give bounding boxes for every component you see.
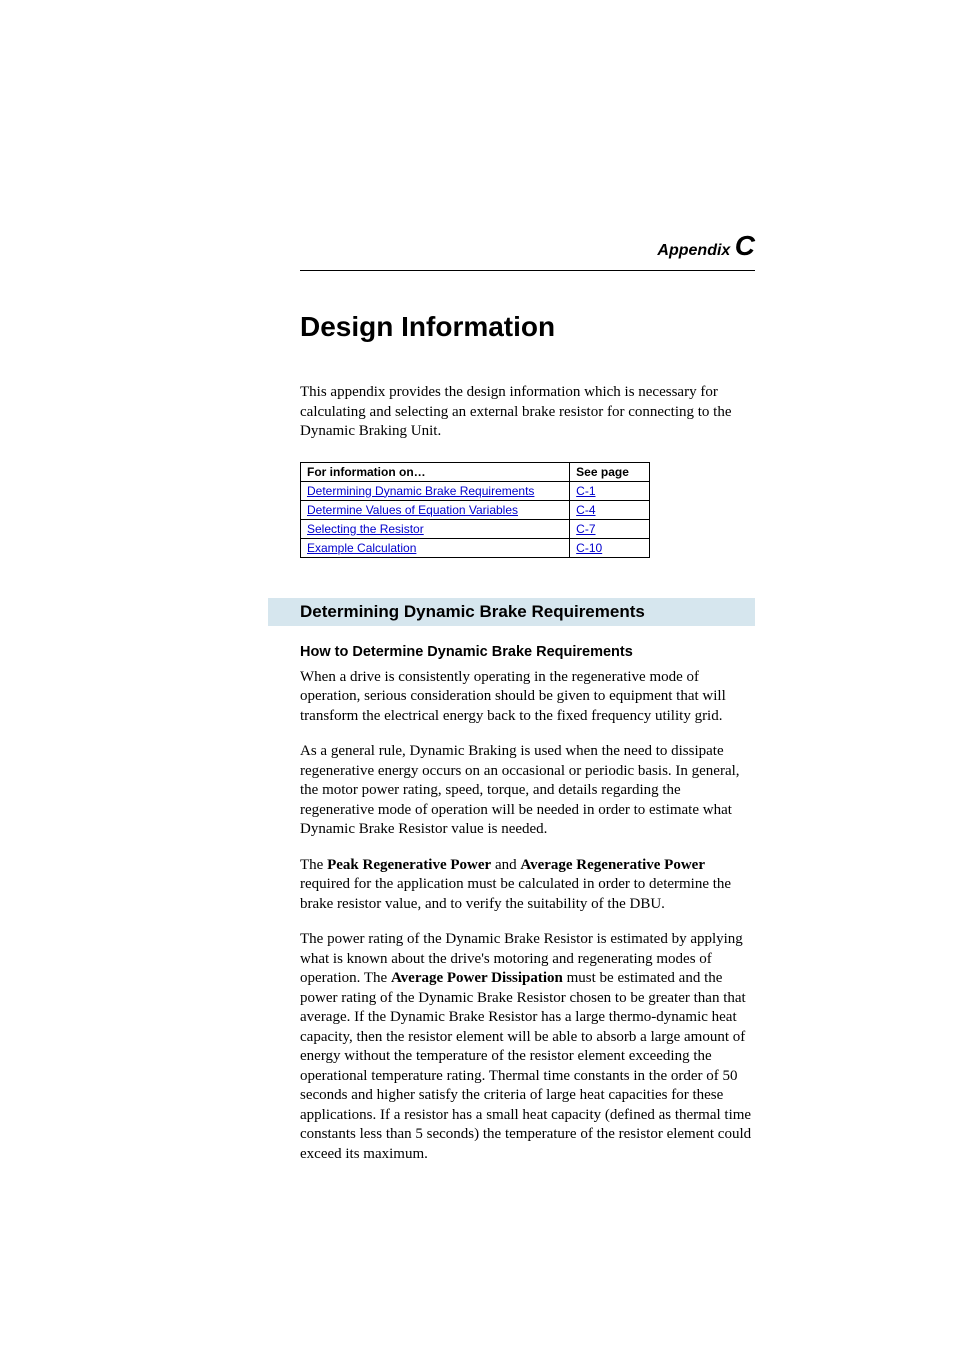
bold-text: Average Power Dissipation bbox=[391, 970, 563, 986]
body-paragraph: The power rating of the Dynamic Brake Re… bbox=[300, 930, 755, 1164]
toc-page-cell: C-7 bbox=[570, 519, 650, 538]
toc-item-link-cell: Determine Values of Equation Variables bbox=[301, 500, 570, 519]
intro-paragraph: This appendix provides the design inform… bbox=[300, 383, 755, 442]
text-span: The bbox=[300, 857, 327, 873]
toc-link[interactable]: Example Calculation bbox=[307, 541, 416, 555]
appendix-label: Appendix C bbox=[300, 230, 755, 262]
toc-link[interactable]: Determining Dynamic Brake Requirements bbox=[307, 484, 534, 498]
body-paragraph: When a drive is consistently operating i… bbox=[300, 668, 755, 727]
body-paragraph: As a general rule, Dynamic Braking is us… bbox=[300, 742, 755, 840]
page-content: Appendix C Design Information This appen… bbox=[300, 230, 755, 1180]
sub-heading: How to Determine Dynamic Brake Requireme… bbox=[300, 644, 755, 660]
toc-page-link[interactable]: C-7 bbox=[576, 522, 595, 536]
toc-page-link[interactable]: C-4 bbox=[576, 503, 595, 517]
bold-text: Average Regenerative Power bbox=[520, 857, 705, 873]
table-row: Determine Values of Equation Variables C… bbox=[301, 500, 650, 519]
toc-page-link[interactable]: C-1 bbox=[576, 484, 595, 498]
text-span: and bbox=[491, 857, 520, 873]
toc-header-row: For information on… See page bbox=[301, 462, 650, 481]
toc-item-link-cell: Determining Dynamic Brake Requirements bbox=[301, 481, 570, 500]
table-row: Example Calculation C-10 bbox=[301, 538, 650, 557]
table-row: Selecting the Resistor C-7 bbox=[301, 519, 650, 538]
section-heading-wrap: Determining Dynamic Brake Requirements bbox=[268, 598, 755, 626]
body-paragraph: The Peak Regenerative Power and Average … bbox=[300, 856, 755, 915]
toc-item-link-cell: Selecting the Resistor bbox=[301, 519, 570, 538]
appendix-prefix: Appendix bbox=[657, 242, 734, 259]
toc-header-page: See page bbox=[570, 462, 650, 481]
page-title: Design Information bbox=[300, 311, 755, 343]
toc-page-cell: C-4 bbox=[570, 500, 650, 519]
table-row: Determining Dynamic Brake Requirements C… bbox=[301, 481, 650, 500]
toc-page-cell: C-10 bbox=[570, 538, 650, 557]
section-heading: Determining Dynamic Brake Requirements bbox=[268, 598, 755, 626]
toc-item-link-cell: Example Calculation bbox=[301, 538, 570, 557]
bold-text: Peak Regenerative Power bbox=[327, 857, 491, 873]
toc-table: For information on… See page Determining… bbox=[300, 462, 650, 558]
toc-link[interactable]: Determine Values of Equation Variables bbox=[307, 503, 518, 517]
appendix-letter: C bbox=[735, 230, 755, 261]
toc-page-link[interactable]: C-10 bbox=[576, 541, 602, 555]
toc-header-info: For information on… bbox=[301, 462, 570, 481]
toc-page-cell: C-1 bbox=[570, 481, 650, 500]
toc-link[interactable]: Selecting the Resistor bbox=[307, 522, 424, 536]
divider bbox=[300, 270, 755, 271]
text-span: must be estimated and the power rating o… bbox=[300, 970, 751, 1162]
text-span: required for the application must be cal… bbox=[300, 876, 731, 912]
